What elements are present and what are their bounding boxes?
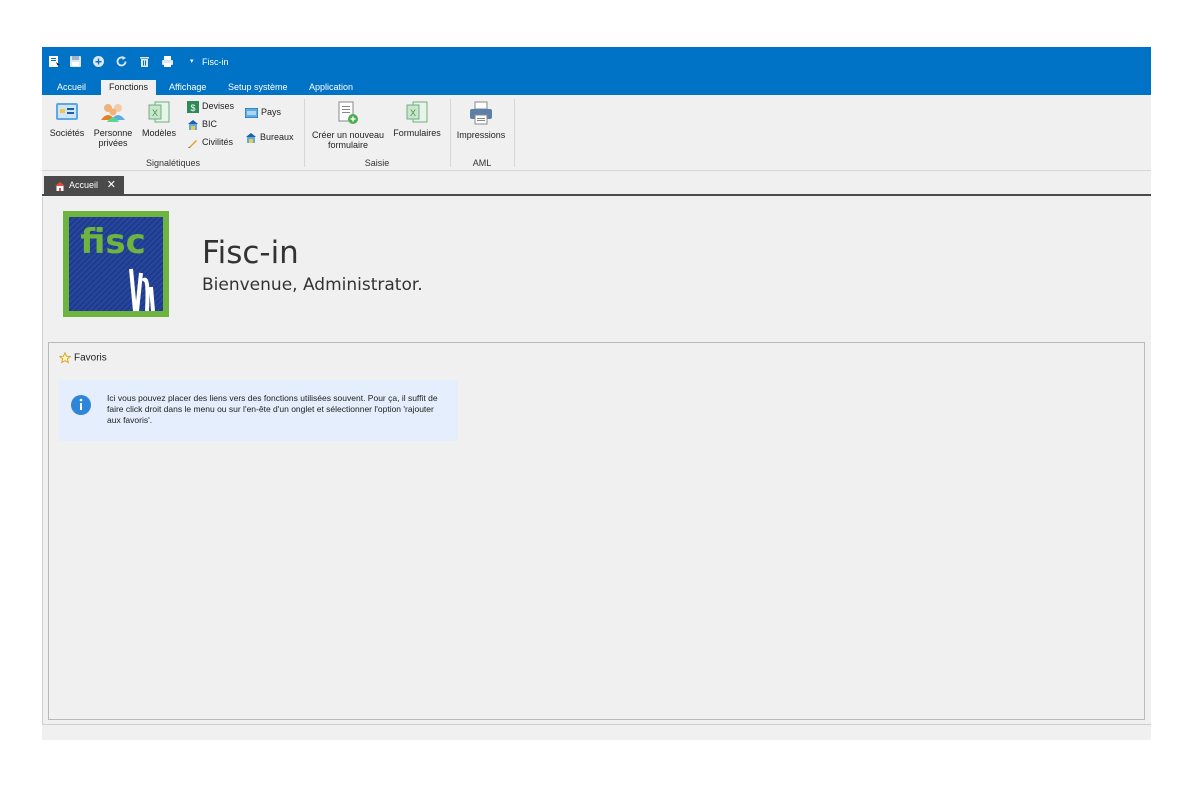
- favorites-title: Favoris: [74, 352, 107, 364]
- impressions-label: Impressions: [456, 130, 506, 140]
- ribbon-tab-accueil[interactable]: Accueil: [49, 80, 94, 95]
- favorites-panel: Favoris Ici vous pouvez placer des liens…: [48, 342, 1145, 720]
- office-icon: [246, 132, 256, 143]
- devises-label: Devises: [202, 101, 235, 111]
- group-label-aml: AML: [472, 158, 492, 168]
- ribbon-tab-affichage[interactable]: Affichage: [161, 80, 214, 95]
- title-bar: ▾ Fisc-in: [42, 47, 1151, 78]
- fisc-in-logo: fisc: [63, 211, 169, 317]
- info-message-text: Ici vous pouvez placer des liens vers de…: [107, 393, 438, 425]
- excel-template-icon: X: [139, 101, 179, 125]
- home-icon: [55, 181, 65, 191]
- open-icon[interactable]: [48, 55, 61, 68]
- refresh-icon[interactable]: [115, 55, 128, 68]
- personnes-label-line2: privées: [98, 138, 128, 148]
- app-title: Fisc-in: [202, 57, 229, 67]
- group-separator: [304, 99, 305, 167]
- modeles-button[interactable]: X Modèles: [139, 101, 179, 138]
- civilites-label: Civilités: [202, 137, 234, 147]
- favorites-header: Favoris: [58, 351, 107, 364]
- star-icon: [58, 351, 72, 364]
- svg-text:X: X: [152, 108, 158, 118]
- ribbon-tab-bar: Accueil Fonctions Affichage Setup systèm…: [42, 78, 1151, 95]
- new-form-icon: [309, 101, 387, 127]
- creer-label-line2: formulaire: [327, 140, 368, 150]
- ribbon: Sociétés Personne privées X Modèles $ Dev…: [42, 95, 1151, 171]
- print-icon[interactable]: [161, 55, 174, 68]
- formulaires-button[interactable]: X Formulaires: [392, 101, 442, 138]
- group-separator: [514, 99, 515, 167]
- modeles-label: Modèles: [141, 128, 177, 138]
- pays-label: Pays: [261, 107, 282, 117]
- creer-formulaire-button[interactable]: Créer un nouveau formulaire: [309, 101, 387, 150]
- bureaux-label: Bureaux: [260, 132, 294, 142]
- pays-button[interactable]: Pays: [244, 105, 282, 119]
- group-label-saisie: Saisie: [364, 158, 390, 168]
- welcome-page: fisc Fisc-in Bienvenue, Administrator. F…: [42, 197, 1151, 740]
- document-tab-label: Accueil: [69, 180, 99, 190]
- svg-text:X: X: [410, 108, 416, 118]
- info-icon: [71, 395, 91, 415]
- bank-icon: [188, 119, 198, 130]
- group-separator: [450, 99, 451, 167]
- personnes-label-line1: Personne: [93, 128, 133, 138]
- bic-button[interactable]: BIC: [187, 117, 217, 131]
- creer-label-line1: Créer un nouveau: [311, 130, 385, 140]
- printer-icon: [454, 101, 508, 127]
- welcome-title: Fisc-in: [202, 235, 299, 271]
- dollar-icon: $: [187, 100, 199, 113]
- svg-text:$: $: [190, 103, 195, 113]
- personnes-privees-button[interactable]: Personne privées: [92, 101, 134, 148]
- quick-access-dropdown[interactable]: ▾: [190, 57, 194, 65]
- excel-forms-icon: X: [392, 101, 442, 125]
- logo-text: fisc: [80, 222, 146, 262]
- pencil-icon: [188, 139, 197, 148]
- people-icon: [92, 101, 134, 125]
- societes-button[interactable]: Sociétés: [48, 101, 86, 138]
- save-icon[interactable]: [69, 55, 82, 68]
- civilites-button[interactable]: Civilités: [187, 135, 233, 149]
- document-tab-accueil[interactable]: Accueil ✕: [44, 176, 124, 195]
- company-card-icon: [48, 101, 86, 125]
- devises-button[interactable]: $ Devises: [187, 99, 234, 113]
- close-icon[interactable]: ✕: [107, 176, 116, 195]
- bureaux-button[interactable]: Bureaux: [245, 130, 294, 144]
- flag-icon: [244, 107, 259, 119]
- app-window: ▾ Fisc-in Accueil Fonctions Affichage Se…: [42, 47, 1151, 740]
- formulaires-label: Formulaires: [393, 128, 441, 138]
- document-tab-strip: Accueil ✕: [42, 172, 1151, 196]
- info-message: Ici vous pouvez placer des liens vers de…: [59, 380, 458, 441]
- add-icon[interactable]: [92, 55, 105, 68]
- welcome-subtitle: Bienvenue, Administrator.: [202, 275, 423, 295]
- delete-icon[interactable]: [138, 55, 151, 68]
- ribbon-tab-application[interactable]: Application: [301, 80, 361, 95]
- impressions-button[interactable]: Impressions: [454, 101, 508, 140]
- bic-label: BIC: [202, 119, 218, 129]
- ribbon-tab-setup-systeme[interactable]: Setup système: [220, 80, 296, 95]
- status-bar: [42, 724, 1151, 740]
- group-label-signaletiques: Signalétiques: [145, 158, 201, 168]
- ribbon-tab-fonctions[interactable]: Fonctions: [101, 80, 157, 95]
- societes-label: Sociétés: [49, 128, 85, 138]
